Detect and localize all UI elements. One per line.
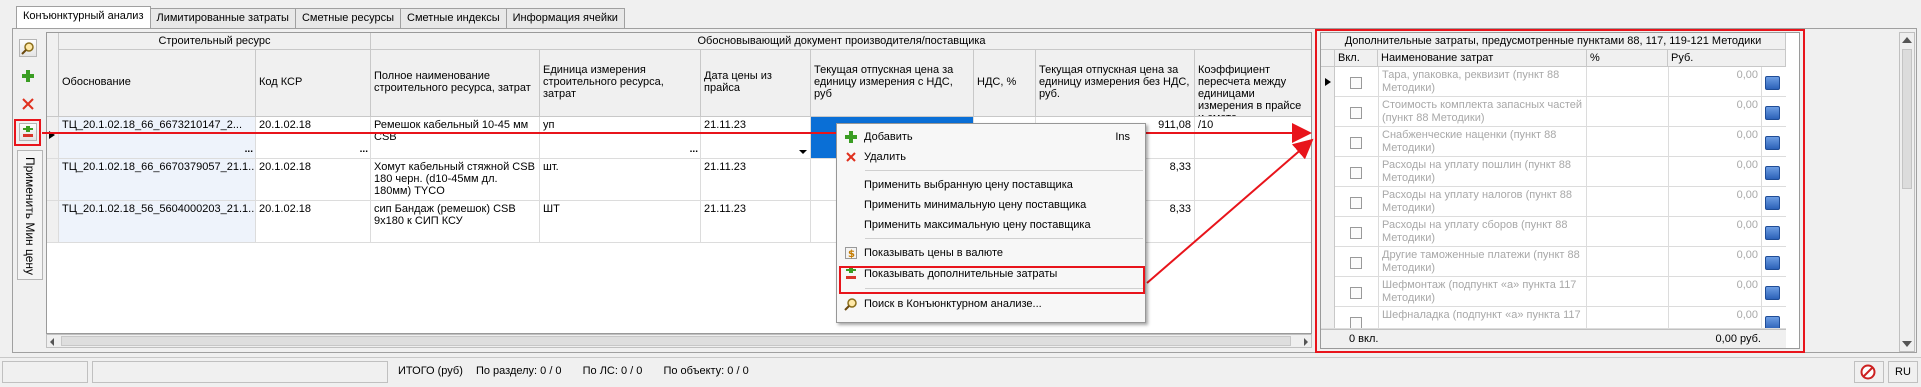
- annotation-arrow-diagonal: [1146, 138, 1314, 284]
- status-section: По разделу: 0 / 0: [475, 365, 562, 377]
- status-ls: По ЛС: 0 / 0: [582, 365, 643, 377]
- menu-item-add[interactable]: Добавить Ins: [838, 127, 1144, 147]
- menu-item-show-currency[interactable]: $ Показывать цены в валюте: [838, 243, 1144, 263]
- status-total-label: ИТОГО (руб): [398, 365, 463, 377]
- status-pane-totals: ИТОГО (руб) По разделу: 0 / 0 По ЛС: 0 /…: [392, 361, 1860, 383]
- menu-separator: [865, 238, 1143, 239]
- menu-item-search-market[interactable]: Поиск в Конъюнктурном анализе...: [838, 294, 1144, 314]
- status-pane-empty-1: [2, 361, 88, 383]
- shortcut-label: Ins: [1115, 131, 1130, 143]
- plus-icon: [845, 131, 857, 143]
- annotation-box-menu-item: [839, 266, 1145, 294]
- search-icon: [844, 298, 857, 311]
- no-entry-icon: [1860, 364, 1876, 380]
- currency-icon: $: [845, 247, 857, 259]
- svg-text:$: $: [848, 249, 855, 259]
- status-bar: ИТОГО (руб) По разделу: 0 / 0 По ЛС: 0 /…: [0, 357, 1921, 387]
- status-object: По объекту: 0 / 0: [663, 365, 749, 377]
- no-entry-button[interactable]: [1854, 361, 1884, 383]
- delete-icon: [846, 152, 856, 162]
- menu-item-apply-selected-price[interactable]: Применить выбранную цену поставщика: [838, 175, 1144, 195]
- status-pane-empty-2: [92, 361, 388, 383]
- menu-separator: [865, 170, 1143, 171]
- menu-item-apply-max-price[interactable]: Применить максимальную цену поставщика: [838, 215, 1144, 235]
- menu-item-apply-min-price[interactable]: Применить минимальную цену поставщика: [838, 195, 1144, 215]
- menu-item-delete[interactable]: Удалить: [838, 147, 1144, 167]
- language-indicator[interactable]: RU: [1888, 361, 1918, 383]
